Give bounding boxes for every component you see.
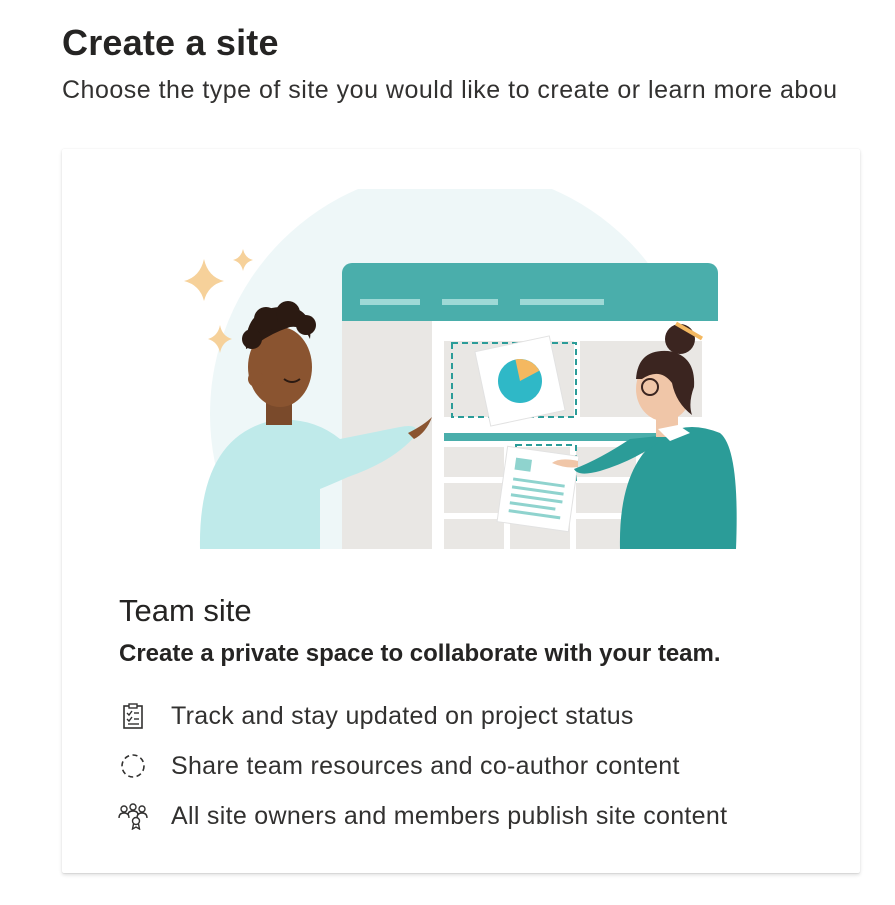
- page-title: Create a site: [62, 22, 279, 63]
- dashed-circle-icon: [117, 750, 149, 782]
- feature-item: All site owners and members publish site…: [117, 791, 727, 841]
- feature-list: Track and stay updated on project status…: [117, 691, 727, 841]
- team-site-illustration: [184, 189, 737, 549]
- clipboard-checklist-icon: [117, 700, 149, 732]
- create-site-page: Create a site Choose the type of site yo…: [0, 0, 895, 905]
- card-title: Team site: [119, 593, 252, 628]
- feature-item: Share team resources and co-author conte…: [117, 741, 727, 791]
- feature-text: All site owners and members publish site…: [171, 801, 728, 830]
- feature-text: Share team resources and co-author conte…: [171, 751, 680, 780]
- feature-text: Track and stay updated on project status: [171, 701, 634, 730]
- people-group-icon: [117, 800, 149, 832]
- feature-item: Track and stay updated on project status: [117, 691, 727, 741]
- team-site-card[interactable]: Team site Create a private space to coll…: [62, 149, 860, 873]
- page-subtitle: Choose the type of site you would like t…: [62, 76, 838, 104]
- card-description: Create a private space to collaborate wi…: [119, 640, 721, 667]
